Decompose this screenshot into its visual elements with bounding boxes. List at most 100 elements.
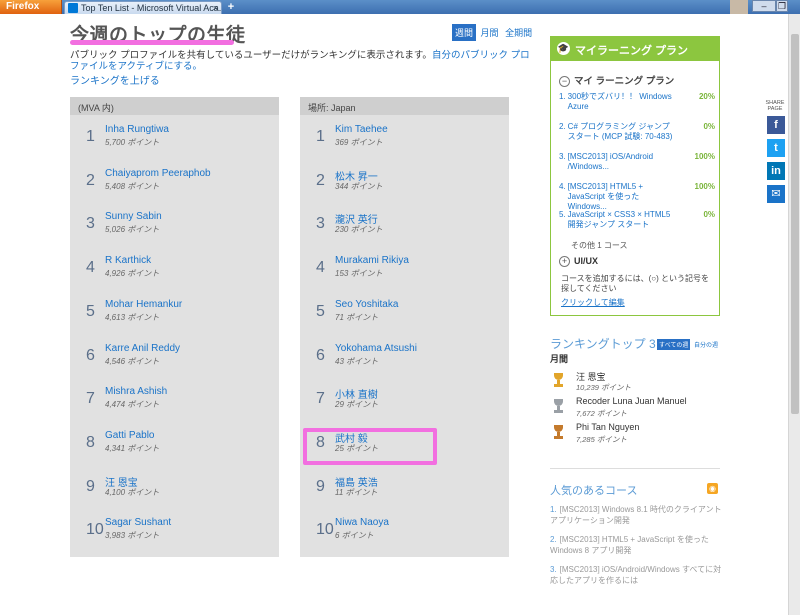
user-name-link[interactable]: Mishra Ashish (105, 386, 167, 397)
restore-button[interactable]: ❐ (776, 0, 788, 12)
plan-course-item[interactable]: 2. C# プログラミング ジャンプ スタート (MCP 試験: 70-483) 0… (559, 122, 717, 142)
scroll-thumb[interactable] (791, 34, 799, 414)
plan-course-item[interactable]: 3. [MSC2013] iOS/Android /Windows... 100% (559, 152, 717, 172)
top3-row[interactable]: Phi Tan Nguyen 7,285 ポイント (550, 422, 730, 450)
minimize-button[interactable]: – (752, 0, 776, 12)
top3-row[interactable]: Recoder Luna Juan Manuel 7,672 ポイント (550, 396, 730, 424)
description-text: パブリック プロファイルを共有しているユーザーだけがランキングに表示されます。 (70, 50, 432, 61)
tab-weekly[interactable]: 週間 (452, 24, 477, 41)
user-points: 5,408 ポイント (105, 181, 160, 191)
browser-tab[interactable]: Top Ten List - Microsoft Virtual Aca... … (64, 1, 222, 14)
scrollbar[interactable] (788, 14, 800, 615)
twitter-icon[interactable]: t (767, 139, 785, 157)
rss-icon[interactable]: ◉ (707, 483, 718, 494)
user-name-link[interactable]: Sagar Sushant (105, 517, 171, 528)
top3-all-weeks-button[interactable]: すべての週 (657, 339, 691, 350)
learning-plan-panel: 🎓 マイラーニング プラン − マイ ラーニング プラン 1. 300秒でズバリ！！… (550, 36, 720, 316)
plan-course-title[interactable]: C# プログラミング ジャンプ スタート (MCP 試験: 70-483) (568, 122, 680, 142)
tab-monthly[interactable]: 月間 (479, 24, 501, 41)
plan-course-item[interactable]: 1. 300秒でズバリ！！ Windows Azure 20% (559, 92, 717, 112)
plan-course-title[interactable]: [MSC2013] iOS/Android /Windows... (568, 152, 680, 172)
leaderboard-row[interactable]: 5 Seo Yoshitaka 71 ポイント (300, 291, 509, 335)
user-name-link[interactable]: Yokohama Atsushi (335, 343, 417, 354)
plan-course-item[interactable]: 5. JavaScript × CSS3 × HTML5 開発ジャンプ スタート 0… (559, 210, 717, 230)
user-points: 71 ポイント (335, 312, 379, 322)
user-name-link[interactable]: Chaiyaprom Peeraphob (105, 168, 211, 179)
plan-edit-link[interactable]: クリックして編集 (561, 297, 625, 308)
plan-course-title[interactable]: [MSC2013] HTML5 + JavaScript を使った Window… (568, 182, 680, 212)
trophy-cup (554, 399, 563, 406)
plan-uiux[interactable]: + UI/UX (559, 256, 598, 267)
plan-course-title[interactable]: JavaScript × CSS3 × HTML5 開発ジャンプ スタート (568, 210, 680, 230)
user-name-link[interactable]: Murakami Rikiya (335, 255, 409, 266)
new-tab-button[interactable]: + (225, 2, 237, 13)
user-points: 4,100 ポイント (105, 487, 160, 497)
linkedin-icon[interactable]: in (767, 162, 785, 180)
facebook-icon[interactable]: f (767, 116, 785, 134)
user-name-link[interactable]: Seo Yoshitaka (335, 299, 398, 310)
popular-course-link[interactable]: [MSC2013] iOS/Android/Windows すべてに対応したアプ… (550, 565, 721, 585)
expand-icon[interactable]: + (559, 256, 570, 267)
leaderboard-row[interactable]: 1 Inha Rungtiwa 5,700 ポイント (70, 116, 279, 160)
trophy-cup (554, 373, 563, 380)
user-name-link[interactable]: Sunny Sabin (105, 211, 162, 222)
leaderboard-row[interactable]: 2 Chaiyaprom Peeraphob 5,408 ポイント (70, 160, 279, 204)
rank-number: 10 (86, 521, 104, 539)
popular-course-item[interactable]: 1. [MSC2013] Windows 8.1 時代のクライアント アプリケーシ… (550, 504, 722, 526)
popular-course-link[interactable]: [MSC2013] HTML5 + JavaScript を使った Window… (550, 535, 709, 555)
user-points: 4,546 ポイント (105, 356, 160, 366)
plan-course-item[interactable]: 4. [MSC2013] HTML5 + JavaScript を使った Wind… (559, 182, 717, 212)
user-name-link[interactable]: R Karthick (105, 255, 151, 266)
popular-course-link[interactable]: [MSC2013] Windows 8.1 時代のクライアント アプリケーション… (550, 505, 722, 525)
leaderboard-row[interactable]: 6 Karre Anil Reddy 4,546 ポイント (70, 335, 279, 379)
user-name-link[interactable]: Karre Anil Reddy (105, 343, 180, 354)
user-name-link[interactable]: Mohar Hemankur (105, 299, 182, 310)
plan-course-number: 1. (559, 92, 566, 101)
leaderboard-row[interactable]: 8 Gatti Pablo 4,341 ポイント (70, 422, 279, 466)
top3-user-name[interactable]: Phi Tan Nguyen (576, 422, 639, 432)
leaderboard-row[interactable]: 3 Sunny Sabin 5,026 ポイント (70, 203, 279, 247)
description: パブリック プロファイルを共有しているユーザーだけがランキングに表示されます。自… (70, 50, 536, 72)
popular-course-item[interactable]: 3. [MSC2013] iOS/Android/Windows すべてに対応した… (550, 564, 722, 586)
plan-course-title[interactable]: 300秒でズバリ！！ Windows Azure (568, 92, 680, 112)
leaderboard-row[interactable]: 10 Niwa Naoya 6 ポイント (300, 509, 509, 553)
browser-titlebar: Firefox Top Ten List - Microsoft Virtual… (0, 0, 800, 14)
top3-row[interactable]: 汪 恩宝 10,239 ポイント (550, 370, 730, 398)
leaderboard-row[interactable]: 9 福島 英浩 11 ポイント (300, 466, 509, 510)
leaderboard-row[interactable]: 1 Kim Taehee 369 ポイント (300, 116, 509, 160)
popular-course-item[interactable]: 2. [MSC2013] HTML5 + JavaScript を使った Wind… (550, 534, 722, 556)
user-name-link[interactable]: Inha Rungtiwa (105, 124, 169, 135)
user-name-link[interactable]: Kim Taehee (335, 124, 388, 135)
rank-up-link[interactable]: ランキングを上げる (70, 72, 160, 87)
plan-subheading[interactable]: − マイ ラーニング プラン (559, 73, 674, 87)
leaderboard-row[interactable]: 4 Murakami Rikiya 153 ポイント (300, 247, 509, 291)
period-tabs: 週間 月間 全期間 (452, 24, 534, 41)
firefox-menu-button[interactable]: Firefox (0, 0, 62, 14)
tab-close-icon[interactable]: × (213, 2, 218, 14)
collapse-icon[interactable]: − (559, 76, 570, 87)
email-icon[interactable]: ✉ (767, 185, 785, 203)
leaderboard-row[interactable]: 9汪 恩宝 4,100 ポイント (70, 466, 279, 510)
user-name-link[interactable]: Gatti Pablo (105, 430, 154, 441)
leaderboard-row[interactable]: 6 Yokohama Atsushi 43 ポイント (300, 335, 509, 379)
leaderboard-row[interactable]: 7 小林 直樹 29 ポイント (300, 378, 509, 422)
user-points: 29 ポイント (335, 400, 379, 410)
plan-other-courses[interactable]: その他 1 コース (571, 240, 628, 251)
user-points: 4,474 ポイント (105, 400, 160, 410)
leaderboard-row[interactable]: 7 Mishra Ashish 4,474 ポイント (70, 378, 279, 422)
user-points: 5,026 ポイント (105, 225, 160, 235)
top3-my-week-button[interactable]: 自分の週 (692, 339, 720, 350)
popular-course-number: 1. (550, 505, 557, 514)
rank-number: 3 (316, 215, 325, 233)
leaderboard-row[interactable]: 10 Sagar Sushant 3,983 ポイント (70, 509, 279, 553)
leaderboard-row[interactable]: 5 Mohar Hemankur 4,613 ポイント (70, 291, 279, 335)
top3-user-name[interactable]: Recoder Luna Juan Manuel (576, 396, 687, 406)
top3-period: 月間 (550, 354, 569, 364)
rank-number: 2 (86, 171, 95, 189)
leaderboard-row[interactable]: 3 瀧沢 英行 230 ポイント (300, 203, 509, 247)
leaderboard-row[interactable]: 2 松木 昇一 344 ポイント (300, 160, 509, 204)
leaderboard-row[interactable]: 4 R Karthick 4,926 ポイント (70, 247, 279, 291)
user-name-link[interactable]: Niwa Naoya (335, 517, 389, 528)
tab-all-time[interactable]: 全期間 (503, 24, 534, 41)
user-points: 4,613 ポイント (105, 312, 160, 322)
